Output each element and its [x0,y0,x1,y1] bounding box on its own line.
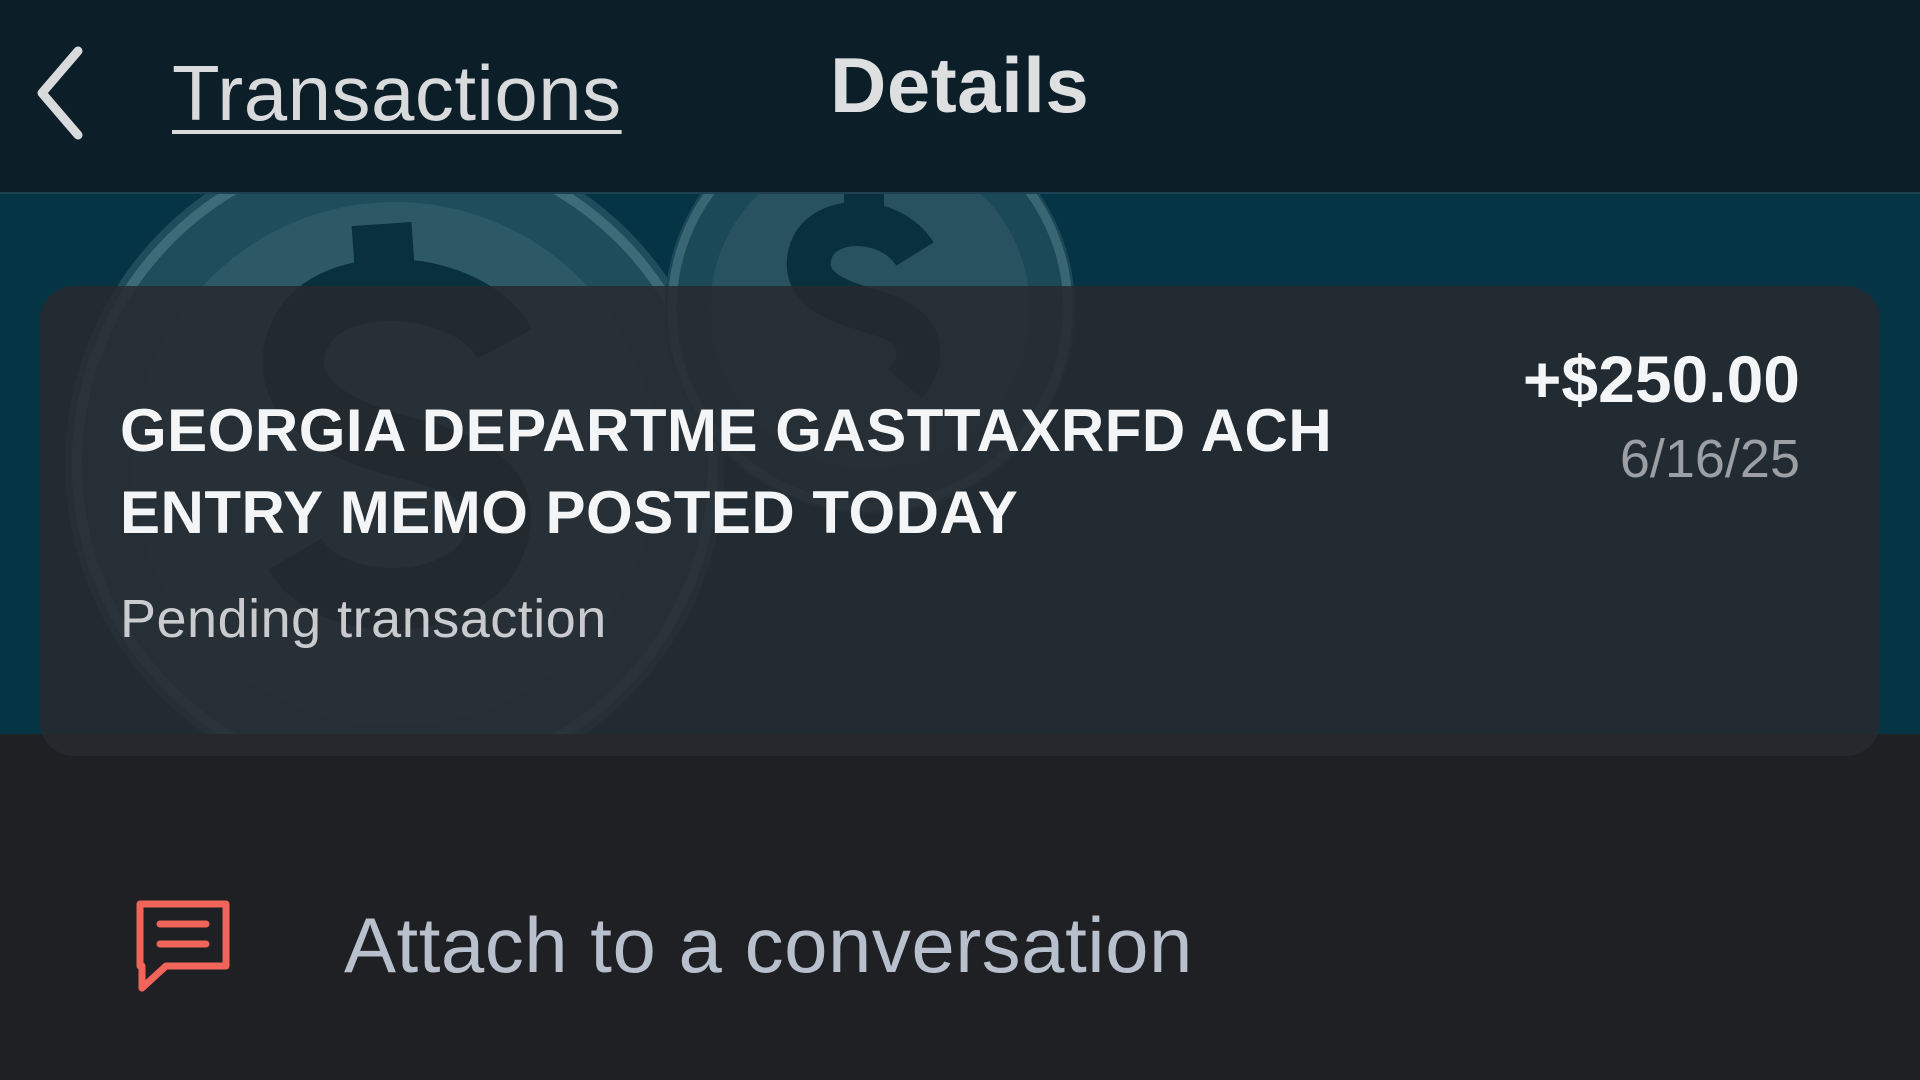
back-button[interactable]: Transactions [36,28,622,158]
page-title: Details [830,41,1090,129]
transaction-card: GEORGIA DEPARTME GASTTAXRFD ACH ENTRY ME… [40,286,1880,756]
chevron-left-icon [36,43,106,143]
nav-bar: Transactions Details [0,0,1920,194]
attach-conversation-button[interactable]: Attach to a conversation [0,846,1920,1046]
attach-conversation-label: Attach to a conversation [344,901,1193,989]
transaction-details-screen: Transactions Details GEORGIA DEPARTME GA… [0,0,1920,1080]
chat-message-icon [132,896,234,996]
merchant-name: GEORGIA DEPARTME GASTTAXRFD ACH ENTRY ME… [120,397,1333,546]
status-label: Pending transaction [120,589,607,649]
transaction-date: 6/16/25 [1619,429,1800,489]
back-label: Transactions [172,49,622,137]
transaction-amount: +$250.00 [1522,342,1800,416]
